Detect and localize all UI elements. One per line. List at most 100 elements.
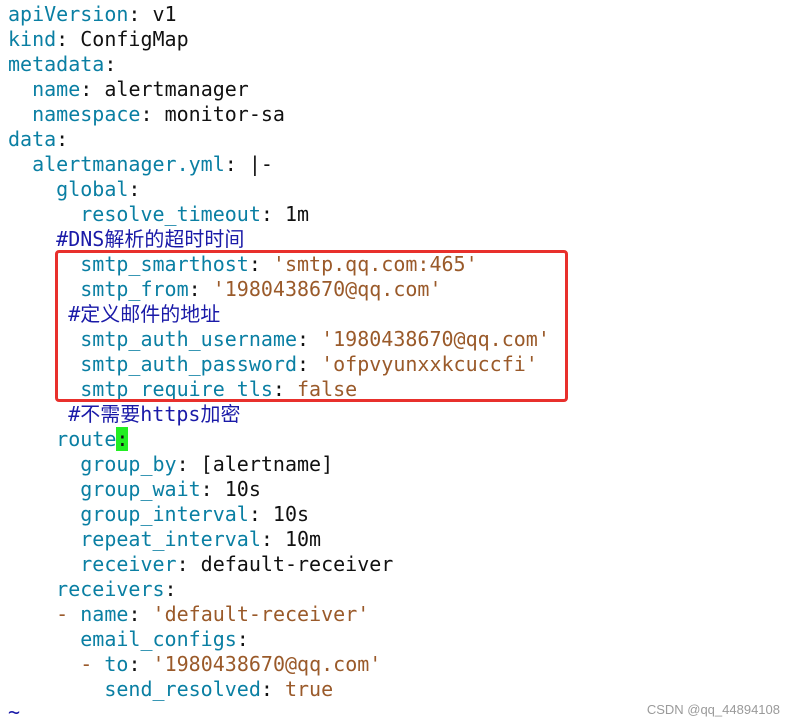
code-token: 1m — [284, 202, 310, 226]
yaml-key: smtp_auth_username — [80, 327, 297, 351]
yaml-comment: #定义邮件的地址 — [68, 302, 221, 326]
code-token: : — [297, 352, 322, 376]
yaml-editor[interactable]: apiVersion: v1 kind: ConfigMap metadata: n… — [8, 2, 788, 702]
code-line[interactable]: #不需要https加密 — [8, 402, 788, 427]
code-line[interactable]: group_by: [alertname] — [8, 452, 788, 477]
yaml-key: kind — [8, 27, 57, 51]
code-token: : — [140, 102, 165, 126]
code-token: ConfigMap — [80, 27, 189, 51]
yaml-boolean-value: true — [284, 677, 334, 701]
code-token: : — [248, 252, 273, 276]
code-token: : — [176, 552, 201, 576]
yaml-key: smtp_from — [80, 277, 189, 301]
yaml-key: send_resolved — [104, 677, 261, 701]
code-token: alertmanager — [104, 77, 249, 101]
code-line[interactable]: smtp_auth_username: '1980438670@qq.com' — [8, 327, 788, 352]
yaml-key: receiver — [80, 552, 177, 576]
code-token: : — [164, 577, 177, 601]
code-line[interactable]: namespace: monitor-sa — [8, 102, 788, 127]
code-token: : — [188, 277, 213, 301]
yaml-key: apiVersion — [8, 2, 129, 26]
yaml-string-value: 'ofpvyunxxkcuccfi' — [321, 352, 538, 376]
code-line[interactable]: group_interval: 10s — [8, 502, 788, 527]
yaml-key: namespace — [32, 102, 141, 126]
code-token: : — [56, 127, 69, 151]
code-line[interactable]: global: — [8, 177, 788, 202]
code-token: : — [200, 477, 225, 501]
code-line[interactable]: repeat_interval: 10m — [8, 527, 788, 552]
yaml-key: receivers — [56, 577, 165, 601]
code-line[interactable]: group_wait: 10s — [8, 477, 788, 502]
code-token: : — [260, 202, 285, 226]
code-token: : — [128, 177, 141, 201]
text-cursor: : — [116, 427, 129, 451]
code-token: : — [297, 327, 322, 351]
code-line[interactable]: - name: 'default-receiver' — [8, 602, 788, 627]
code-line[interactable]: send_resolved: true — [8, 677, 788, 702]
code-token: : — [128, 652, 153, 676]
code-line[interactable]: receiver: default-receiver — [8, 552, 788, 577]
code-line[interactable]: alertmanager.yml: |- — [8, 152, 788, 177]
code-line[interactable]: smtp_smarthost: 'smtp.qq.com:465' — [8, 252, 788, 277]
code-token: : — [80, 77, 105, 101]
code-token: : — [176, 452, 201, 476]
code-token: : — [248, 502, 273, 526]
code-token: 10s — [272, 502, 310, 526]
code-token: : — [128, 2, 153, 26]
code-line[interactable]: apiVersion: v1 — [8, 2, 788, 27]
code-line[interactable]: smtp_require_tls: false — [8, 377, 788, 402]
code-line[interactable]: - to: '1980438670@qq.com' — [8, 652, 788, 677]
yaml-key: email_configs — [80, 627, 237, 651]
code-line[interactable]: receivers: — [8, 577, 788, 602]
yaml-key: metadata — [8, 52, 105, 76]
code-token: : — [272, 377, 297, 401]
yaml-key: smtp_smarthost — [80, 252, 249, 276]
yaml-string-value: '1980438670@qq.com' — [152, 652, 382, 676]
code-line[interactable]: smtp_auth_password: 'ofpvyunxxkcuccfi' — [8, 352, 788, 377]
code-line[interactable]: kind: ConfigMap — [8, 27, 788, 52]
yaml-key: data — [8, 127, 57, 151]
code-line[interactable]: metadata: — [8, 52, 788, 77]
code-line[interactable]: #DNS解析的超时时间 — [8, 227, 788, 252]
yaml-key: global — [56, 177, 129, 201]
yaml-string-value: 'default-receiver' — [152, 602, 370, 626]
code-token: default-receiver — [200, 552, 394, 576]
csdn-watermark: CSDN @qq_44894108 — [646, 702, 780, 717]
code-token: 10m — [284, 527, 322, 551]
code-line[interactable]: data: — [8, 127, 788, 152]
code-line[interactable]: #定义邮件的地址 — [8, 302, 788, 327]
code-token: |- — [248, 152, 273, 176]
code-line[interactable]: name: alertmanager — [8, 77, 788, 102]
code-line[interactable]: route: — [8, 427, 788, 452]
code-token: : — [104, 52, 117, 76]
yaml-key: group_wait — [80, 477, 201, 501]
code-line[interactable]: email_configs: — [8, 627, 788, 652]
code-token: : — [260, 527, 285, 551]
code-token: : — [260, 677, 285, 701]
code-token: : — [236, 627, 249, 651]
code-token: : — [224, 152, 249, 176]
yaml-string-value: 'smtp.qq.com:465' — [272, 252, 478, 276]
yaml-key: name — [32, 77, 81, 101]
code-line[interactable]: smtp_from: '1980438670@qq.com' — [8, 277, 788, 302]
code-line[interactable]: resolve_timeout: 1m — [8, 202, 788, 227]
